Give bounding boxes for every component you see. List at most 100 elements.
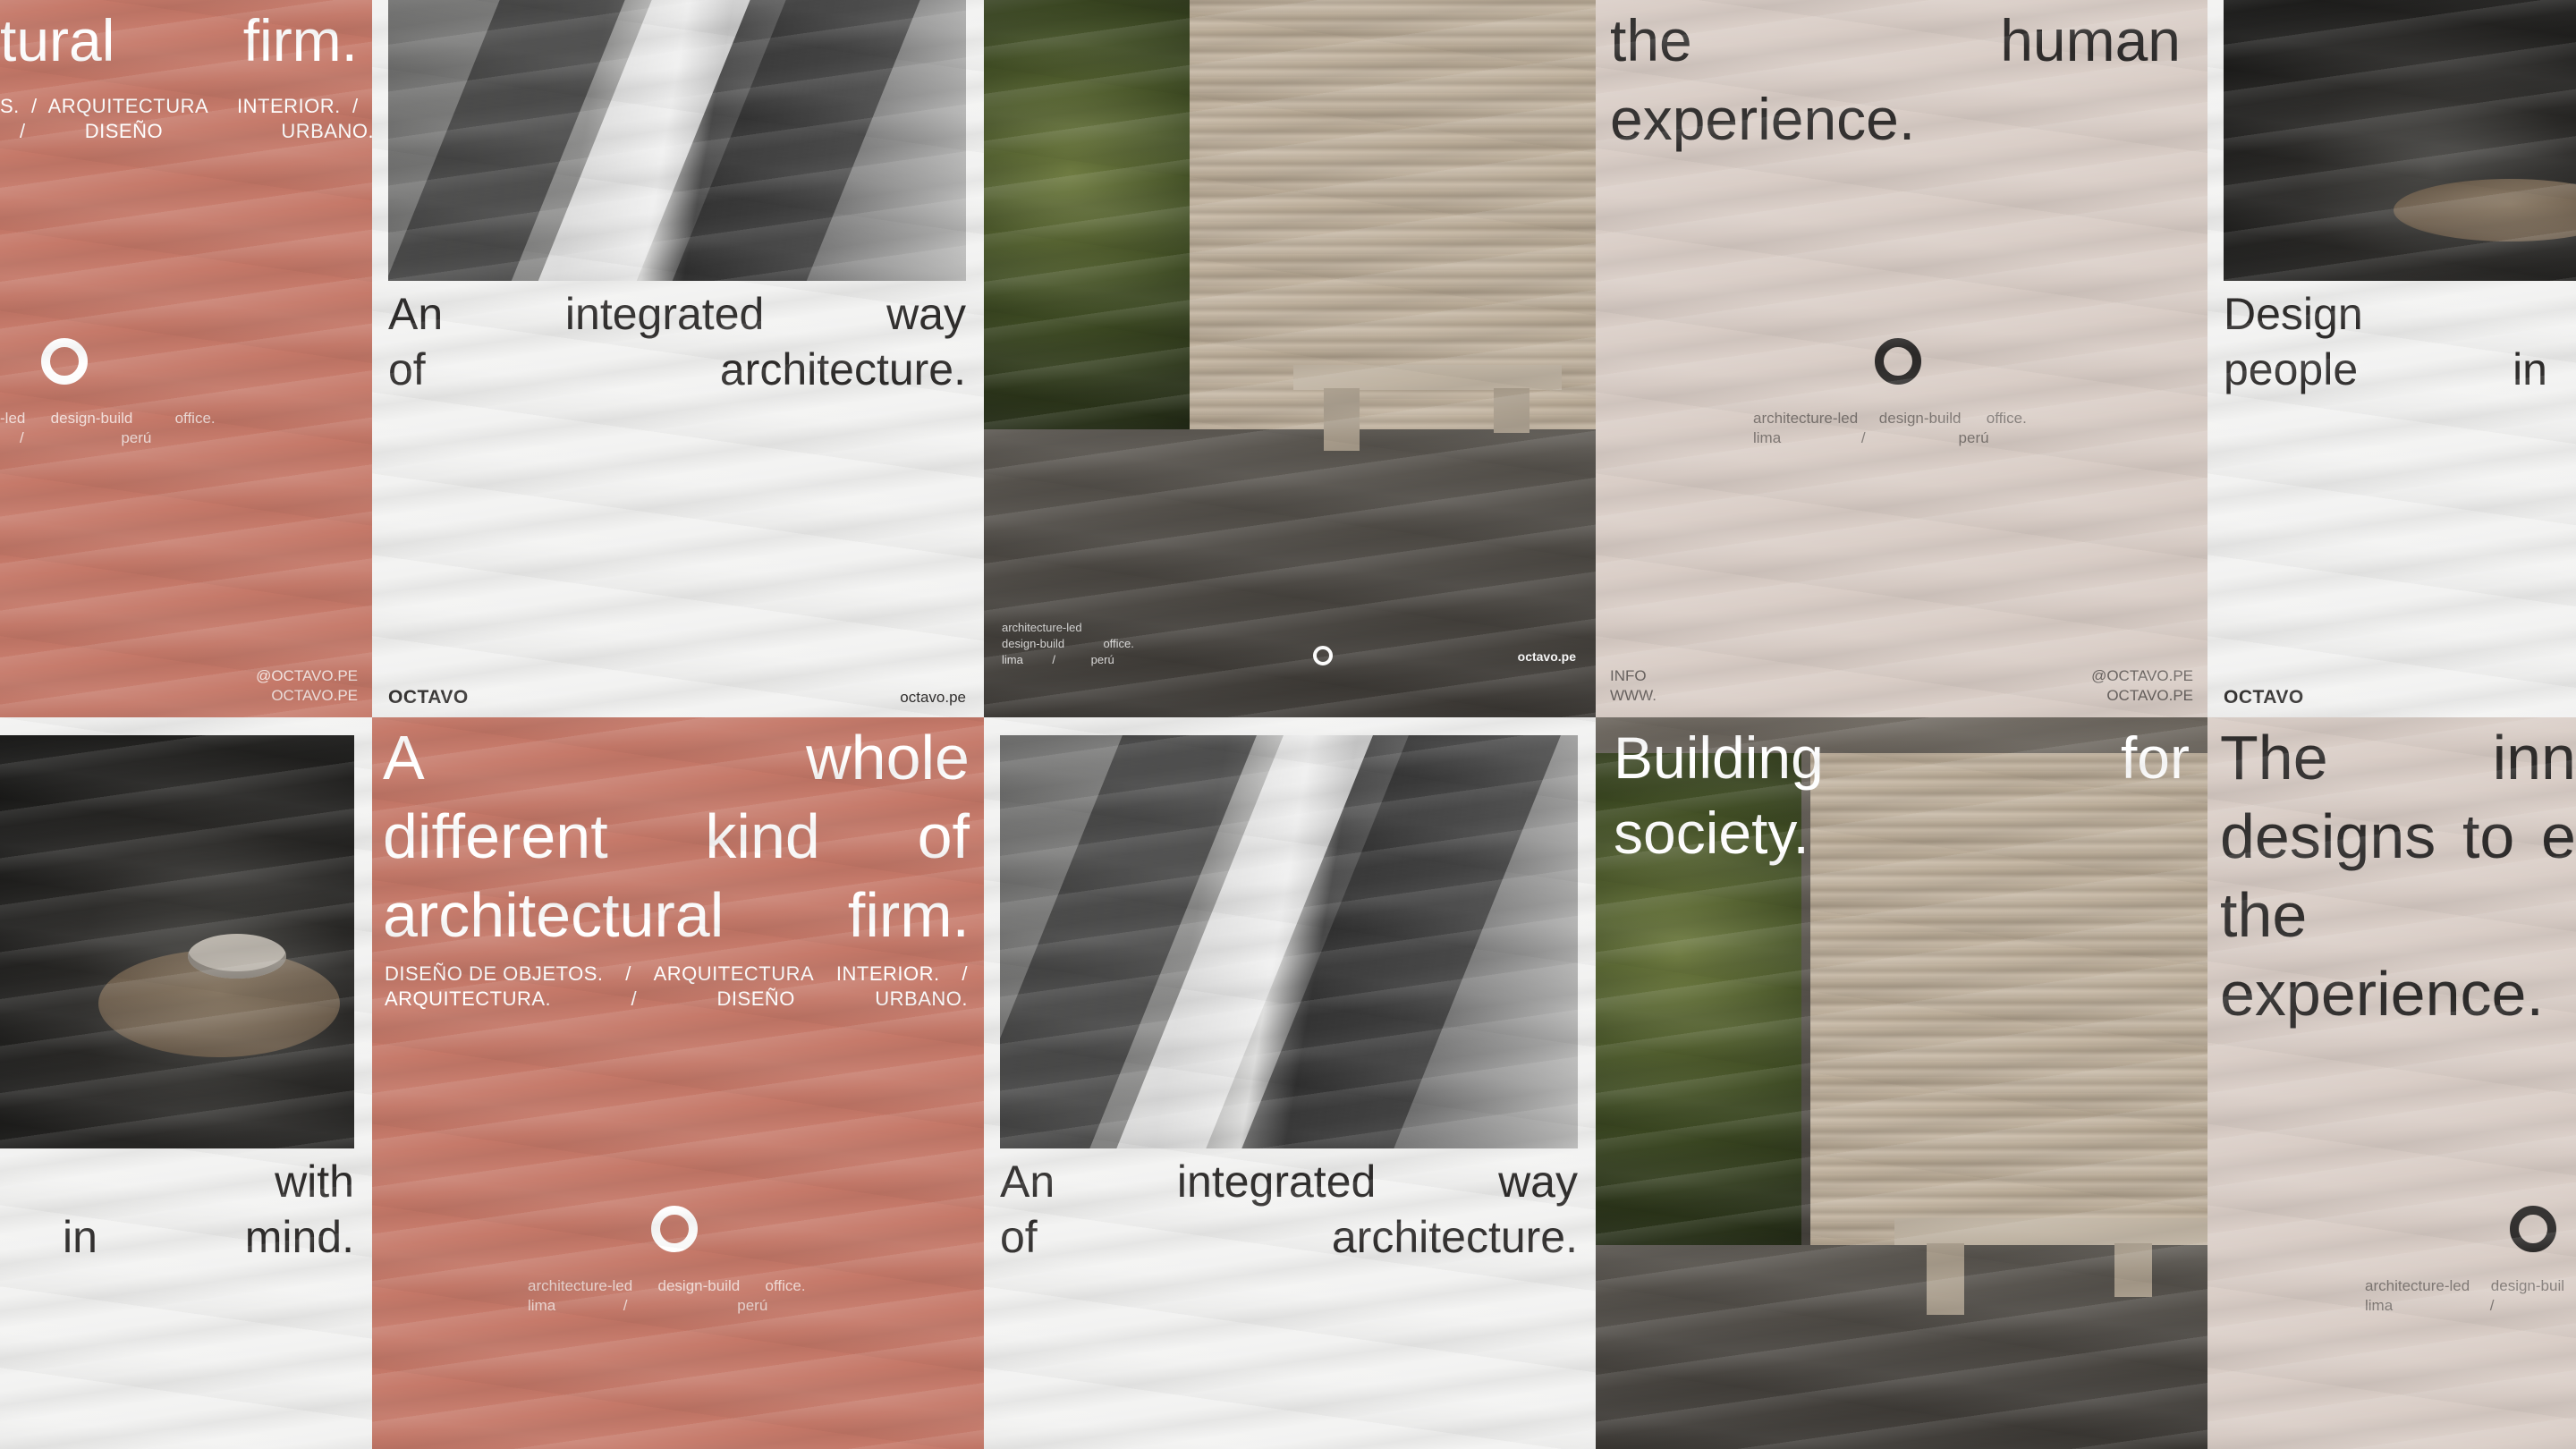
shadow-photo xyxy=(1000,735,1578,1148)
subline-word: URBANO. xyxy=(875,987,968,1010)
poster-architectural-firm-partial: tural firm. S. / ARQUITECTURA INTERIOR. … xyxy=(0,0,372,717)
headline-word: A xyxy=(383,723,425,792)
circle-logo-icon xyxy=(2510,1206,2556,1252)
poster-headline: people in xyxy=(2224,347,2547,392)
headline-word: architectural xyxy=(383,880,724,950)
headline-word: An xyxy=(1000,1157,1055,1207)
headline-word: experience. xyxy=(1610,86,1916,152)
poster-design-people-partial: Design people in OCTAVO xyxy=(2207,0,2576,717)
poster-subline: ARQUITECTURA. / DISEÑO URBANO. xyxy=(385,987,968,1011)
travertine-wall-photo xyxy=(984,0,1596,717)
subline-word: ARQUITECTURA xyxy=(653,962,815,985)
poster-tagline: architecture-led xyxy=(1002,621,1082,634)
subline-word: / xyxy=(625,962,631,985)
poster-headline: Building for xyxy=(1614,728,2190,787)
subline-word: ARQUITECTURA. xyxy=(385,987,552,1010)
poster-headline: architectural firm. xyxy=(383,884,970,946)
poster-headline: in mind. xyxy=(63,1215,354,1259)
circle-logo-icon xyxy=(1313,646,1333,665)
headline-word: of xyxy=(1000,1212,1038,1262)
headline-word: Design xyxy=(2224,289,2363,339)
poster-architectural-firm: A whole different kind of architectural … xyxy=(372,717,984,1449)
poster-headline: of architecture. xyxy=(388,347,966,392)
poster-tagline: / perú xyxy=(20,429,152,446)
poster-tagline: design-build office. xyxy=(1002,637,1134,650)
poster-headline: A whole xyxy=(383,726,970,789)
headline-word: in xyxy=(2512,344,2547,394)
headline-word: firm. xyxy=(242,7,358,73)
poster-headline: the human xyxy=(1610,11,2181,70)
poster-subline: DISEÑO DE OBJETOS. / ARQUITECTURA INTERI… xyxy=(385,962,968,986)
poster-tagline: lima / perú xyxy=(1753,429,1989,446)
headline-word: An xyxy=(388,289,444,339)
headline-word: for xyxy=(2120,724,2190,791)
headline-word: way xyxy=(886,289,966,339)
headline-word: integrated xyxy=(1176,1157,1377,1207)
poster-with-in-mind-partial: with in mind. xyxy=(0,717,372,1449)
subline-word: / xyxy=(962,962,968,985)
circle-logo-icon xyxy=(651,1206,698,1252)
poster-headline: society. xyxy=(1614,803,1809,862)
octavo-logo: OCTAVO xyxy=(2224,687,2304,708)
headline-word: people xyxy=(2224,344,2359,394)
poster-subline: / DISEÑO URBANO. xyxy=(20,120,372,142)
headline-word: way xyxy=(1498,1157,1578,1207)
headline-word: in xyxy=(63,1212,97,1262)
circle-logo-icon xyxy=(1875,338,1921,385)
headline-word: kind xyxy=(705,801,820,871)
poster-tagline: architecture-led design-build office. xyxy=(1753,410,2027,427)
poster-headline: the xyxy=(2220,884,2307,946)
subline-word: INTERIOR. xyxy=(835,962,940,985)
headline-word: the xyxy=(2220,880,2308,950)
poster-headline: of architecture. xyxy=(1000,1215,1578,1259)
poster-headline: with xyxy=(275,1159,354,1204)
chair-photo xyxy=(2224,0,2576,281)
headline-word: society. xyxy=(1614,800,1809,866)
headline-word: of xyxy=(388,344,426,394)
headline-word: e xyxy=(2541,801,2576,871)
poster-tagline: lima / xyxy=(2365,1297,2495,1314)
poster-headline: experience. xyxy=(2220,962,2544,1025)
headline-word: tural xyxy=(0,7,115,73)
headline-word: experience. xyxy=(2220,959,2544,1029)
poster-wall-photo: architecture-led design-build office. li… xyxy=(984,0,1596,717)
poster-tagline: architecture-led design-build office. xyxy=(528,1277,806,1294)
poster-human-experience: the human experience. architecture-led d… xyxy=(1596,0,2207,717)
headline-word: of xyxy=(917,801,970,871)
subline-word: DISEÑO DE OBJETOS. xyxy=(385,962,604,985)
headline-word: to xyxy=(2462,801,2515,871)
poster-tagline: lima / perú xyxy=(1002,653,1114,666)
octavo-logo: OCTAVO xyxy=(388,687,469,708)
headline-word: inn xyxy=(2492,723,2576,792)
headline-word: Building xyxy=(1614,724,1824,791)
poster-headline: designs to e xyxy=(2220,805,2576,868)
headline-word: human xyxy=(2000,7,2181,73)
poster-headline: The inn xyxy=(2220,726,2576,789)
poster-handle: OCTAVO.PE xyxy=(2106,687,2193,704)
headline-word: architecture. xyxy=(719,344,966,394)
poster-headline: different kind of xyxy=(383,805,970,868)
headline-word: designs xyxy=(2220,801,2436,871)
headline-word: The xyxy=(2220,723,2328,792)
poster-info: INFO xyxy=(1610,667,1647,684)
poster-url: octavo.pe xyxy=(1517,649,1576,664)
poster-integrated-way-2: An integrated way of architecture. xyxy=(984,717,1596,1449)
poster-integrated-way: An integrated way of architecture. OCTAV… xyxy=(372,0,984,717)
headline-word: mind. xyxy=(244,1212,354,1262)
subline-word: DISEÑO xyxy=(716,987,795,1010)
poster-handle: @OCTAVO.PE xyxy=(256,667,358,684)
headline-word: whole xyxy=(806,723,970,792)
poster-headline: An integrated way xyxy=(1000,1159,1578,1204)
circle-logo-icon xyxy=(41,338,88,385)
poster-innovative-designs-partial: The inn designs to e the experience. arc… xyxy=(2207,717,2576,1449)
headline-word: architecture. xyxy=(1331,1212,1578,1262)
poster-subline: S. / ARQUITECTURA INTERIOR. / xyxy=(0,95,359,117)
headline-word: the xyxy=(1610,7,1692,73)
poster-headline: An integrated way xyxy=(388,292,966,336)
shadow-photo xyxy=(388,0,966,281)
subline-word: / xyxy=(631,987,638,1010)
poster-headline: experience. xyxy=(1610,89,1915,148)
poster-tagline: lima / perú xyxy=(528,1297,768,1314)
poster-building-society: Building for society. xyxy=(1596,717,2207,1449)
headline-word: firm. xyxy=(847,880,970,950)
